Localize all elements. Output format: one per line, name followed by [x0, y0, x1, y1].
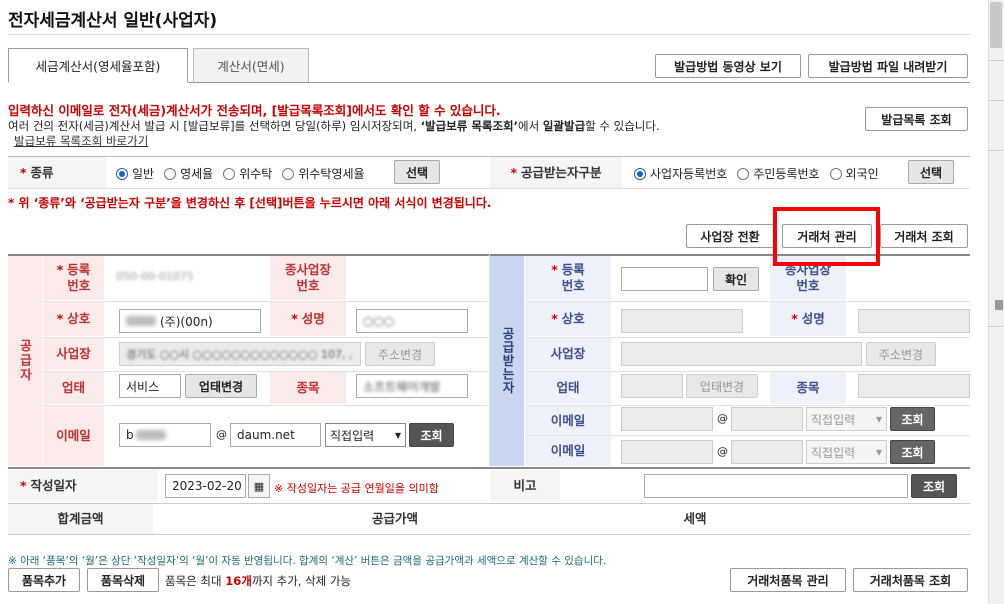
buyer-addr-label: 사업장: [525, 338, 611, 370]
partner-item-manage-button[interactable]: 거래처품목 관리: [730, 568, 846, 592]
buyer-name-label: * 상호: [525, 302, 611, 336]
buyer-email-domain-select[interactable]: 직접입력 ▾: [806, 407, 887, 431]
buyer-addr-input[interactable]: [621, 342, 862, 366]
receiver-select-button[interactable]: 선택: [908, 160, 954, 184]
title-divider: [8, 34, 970, 35]
supplier-item-input[interactable]: 소프트웨어개발: [356, 374, 468, 398]
supplier-ceo-input[interactable]: ○○○: [356, 309, 468, 333]
total-amount-label: 합계금액: [8, 504, 153, 534]
supplier-email-domain-select[interactable]: 직접입력 ▾: [325, 423, 406, 447]
buyer-item-input[interactable]: [858, 374, 970, 398]
receiver-type-label: * 공급받는자구분: [490, 157, 622, 188]
supplier-reg-value: 050-00-01075: [116, 270, 194, 283]
supplier-name-label: * 상호: [43, 302, 104, 336]
highlight-box: [773, 207, 880, 266]
supplier-biz-input[interactable]: 서비스: [119, 374, 181, 398]
buyer-biz-change-button[interactable]: 업태변경: [686, 374, 758, 398]
at-sign: @: [717, 412, 728, 425]
kind-label: * 종류: [8, 157, 106, 188]
supplier-email-domain-input[interactable]: daum.net: [230, 423, 321, 447]
supply-amount-label: 공급가액: [300, 504, 490, 534]
kind-radio-zero-rate[interactable]: 영세율: [164, 165, 213, 182]
receiver-radio-biz[interactable]: 사업자등록번호: [634, 165, 727, 182]
supplier-email-label: 이메일: [43, 406, 104, 466]
supplier-item-label: 종목: [270, 372, 346, 404]
notice-email: 입력하신 이메일로 전자(세금)계산서가 전송되며, [발급목록조회]에서도 확…: [8, 103, 501, 118]
supplier-addr-input[interactable]: 경기도 ○○시 ○○○○○○○○○○○○○ 107, ,: [119, 342, 361, 366]
buyer-ceo-label: * 성명: [770, 302, 846, 336]
delete-item-button[interactable]: 품목삭제: [87, 568, 159, 592]
remark-input[interactable]: [644, 474, 908, 498]
buyer-ceo-input[interactable]: [858, 309, 970, 333]
buyer-reg-confirm-button[interactable]: 확인: [713, 267, 759, 291]
kind-select-button[interactable]: 선택: [394, 160, 440, 184]
buyer-email2-lookup-button[interactable]: 조회: [890, 440, 935, 464]
supplier-email-lookup-button[interactable]: 조회: [409, 423, 454, 447]
buyer-reg-label: * 등록 번호: [525, 256, 611, 300]
supplier-name-input[interactable]: (주)(00n): [119, 309, 261, 333]
buyer-name-input[interactable]: [621, 309, 743, 333]
buyer-reg-input[interactable]: [621, 267, 708, 291]
video-guide-button[interactable]: 발급방법 동영상 보기: [655, 54, 801, 78]
supplier-side-label: 공급자: [8, 256, 42, 466]
buyer-email-domain-input[interactable]: [731, 407, 803, 431]
scrollbar-thumb[interactable]: [990, 2, 1002, 48]
supplier-email-id-input[interactable]: b: [119, 423, 211, 447]
buyer-email2-domain-input[interactable]: [731, 440, 803, 464]
add-item-button[interactable]: 품목추가: [8, 568, 80, 592]
supplier-addr-label: 사업장: [43, 338, 104, 370]
notice-hold: 여러 건의 전자(세금)계산서 발급 시 [발급보류]를 선택하면 당일(하루)…: [8, 119, 660, 133]
buyer-email-id-input[interactable]: [621, 407, 713, 431]
supplier-biz-label: 업태: [43, 372, 104, 404]
kind-radio-consign[interactable]: 위수탁: [223, 165, 272, 182]
supplier-biz-change-button[interactable]: 업태변경: [185, 374, 257, 398]
calendar-icon[interactable]: ▦: [248, 474, 270, 498]
at-sign: @: [216, 428, 227, 441]
buyer-addr-change-button[interactable]: 주소변경: [866, 342, 936, 366]
at-sign: @: [717, 445, 728, 458]
tax-amount-label: 세액: [620, 504, 770, 534]
receiver-type-radio-group: 사업자등록번호 주민등록번호 외국인: [634, 165, 889, 182]
supplier-ceo-label: * 성명: [270, 302, 346, 336]
page-title: 전자세금계산서 일반(사업자): [8, 11, 218, 31]
buyer-side-label: 공급받는자: [490, 256, 524, 466]
buyer-biz-input[interactable]: [621, 374, 683, 398]
buyer-email2-domain-select[interactable]: 직접입력 ▾: [806, 440, 887, 464]
form-change-warning: * 위 ‘종류’와 ‘공급받는자 구분’을 변경하신 후 [선택]버튼을 누르시…: [8, 196, 492, 210]
tab-tax-invoice[interactable]: 세금계산서(영세율포함): [8, 48, 188, 83]
kind-radio-consign-zero[interactable]: 위수탁영세율: [282, 165, 365, 182]
buyer-item-label: 종목: [770, 372, 846, 404]
receiver-radio-foreign[interactable]: 외국인: [829, 165, 879, 182]
kind-radio-group: 일반 영세율 위수탁 위수탁영세율: [116, 165, 375, 182]
partner-item-lookup-button[interactable]: 거래처품목 조회: [853, 568, 968, 592]
write-date-note: ※ 작성일자는 공급 연월일을 의미함: [274, 482, 439, 495]
receiver-radio-resident[interactable]: 주민등록번호: [737, 165, 820, 182]
buyer-email2-label: 이메일: [525, 436, 611, 466]
write-date-label: * 작성일자: [8, 470, 158, 502]
chevron-down-icon: ▾: [875, 412, 882, 426]
chevron-down-icon: ▾: [394, 428, 401, 442]
hold-list-link[interactable]: 발급보류 목록조회 바로가기: [14, 133, 148, 149]
buyer-biz-label: 업태: [525, 372, 611, 404]
item-month-note: ※ 아래 ‘품목’의 ‘월’은 상단 ‘작성일자’의 ‘월’이 자동 반영됩니다…: [8, 555, 607, 567]
supplier-addr-change-button[interactable]: 주소변경: [365, 342, 435, 366]
switch-business-button[interactable]: 사업장 전환: [686, 224, 774, 248]
buyer-email2-id-input[interactable]: [621, 440, 713, 464]
write-date-input[interactable]: 2023-02-20: [165, 474, 246, 498]
supplier-reg-label: * 등록 번호: [43, 256, 104, 300]
chevron-down-icon: ▾: [875, 445, 882, 459]
buyer-email-label: 이메일: [525, 406, 611, 435]
tab-invoice-exempt[interactable]: 계산서(면세): [193, 48, 309, 82]
remark-label: 비고: [490, 470, 560, 502]
side-marker: [995, 300, 1003, 310]
file-download-button[interactable]: 발급방법 파일 내려받기: [808, 54, 968, 78]
partner-lookup-button[interactable]: 거래처 조회: [880, 224, 968, 248]
buyer-email-lookup-button[interactable]: 조회: [890, 407, 935, 431]
kind-radio-general[interactable]: 일반: [116, 165, 154, 182]
supplier-sub-label: 종사업장 번호: [270, 256, 346, 300]
item-limit-text: 품목은 최대 16개까지 추가, 삭제 가능: [165, 574, 352, 588]
issue-list-button[interactable]: 발급목록 조회: [865, 107, 968, 131]
remark-lookup-button[interactable]: 조회: [911, 474, 957, 498]
